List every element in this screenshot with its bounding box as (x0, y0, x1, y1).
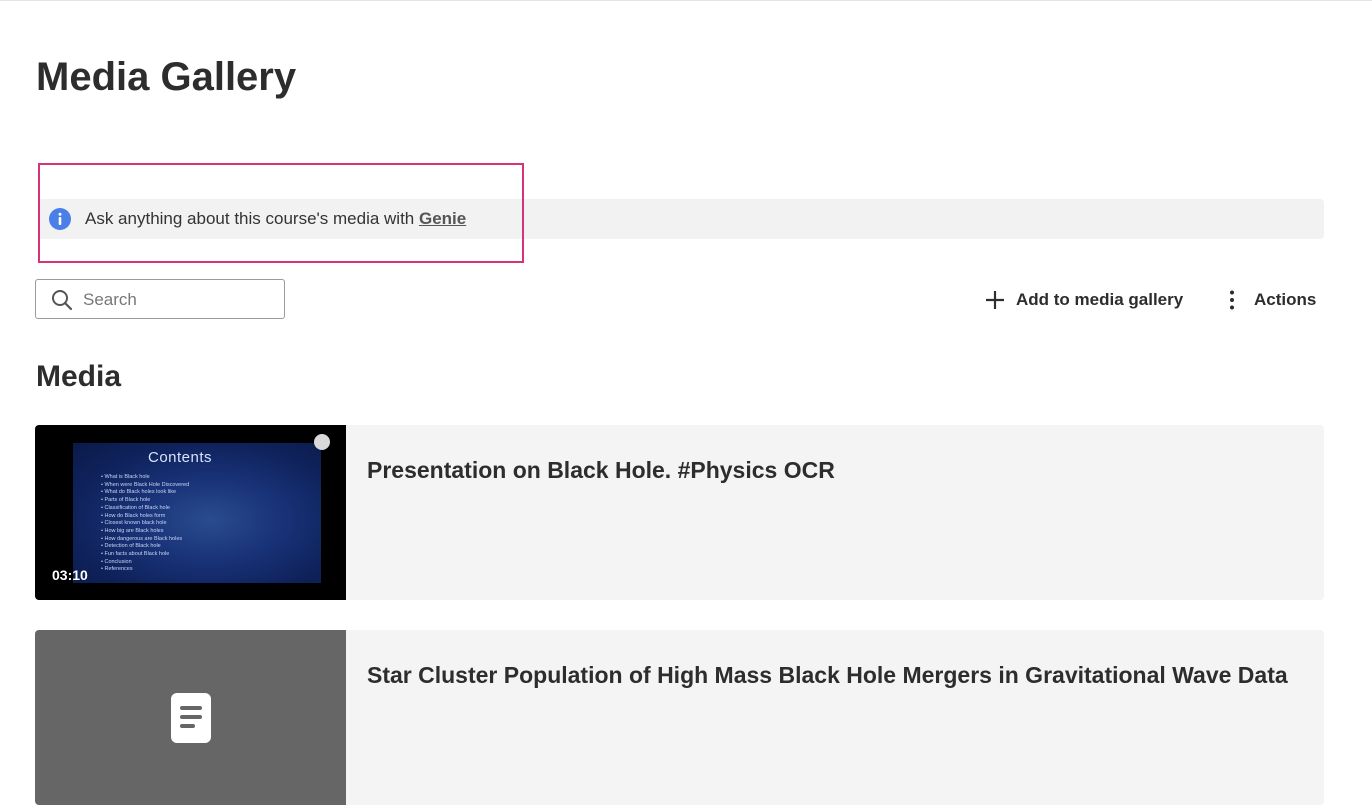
slide-list-item: What do Black holes look like (101, 489, 189, 497)
channel-logo-icon (314, 434, 330, 450)
more-vertical-icon (1230, 290, 1234, 310)
slide-list-item: Closest known black hole (101, 520, 189, 528)
search-field[interactable] (35, 279, 285, 319)
genie-link[interactable]: Genie (419, 209, 466, 228)
slide-heading: Contents (148, 449, 213, 466)
slide-list-item: What is Black hole (101, 474, 189, 482)
actions-label: Actions (1254, 290, 1317, 309)
media-card[interactable]: Star Cluster Population of High Mass Bla… (35, 630, 1324, 805)
slide-list-item: How dangerous are Black holes (101, 536, 189, 544)
slide-list-item: References (101, 566, 189, 574)
slide-list-item: How big are Black holes (101, 528, 189, 536)
banner-message: Ask anything about this course's media w… (85, 208, 466, 230)
actions-button[interactable]: Actions (1222, 286, 1316, 314)
section-title: Media (36, 360, 122, 393)
media-card[interactable]: Contents What is Black hole When were Bl… (35, 425, 1324, 600)
slide-list-item: Conclusion (101, 559, 189, 567)
video-thumbnail[interactable]: Contents What is Black hole When were Bl… (35, 425, 346, 600)
add-to-media-gallery-label: Add to media gallery (1016, 290, 1184, 309)
document-icon (171, 693, 211, 743)
search-icon (52, 290, 73, 311)
slide-contents-list: What is Black hole When were Black Hole … (101, 474, 189, 574)
plus-icon (986, 291, 1004, 309)
info-icon (49, 208, 71, 230)
banner-text: Ask anything about this course's media w… (85, 209, 419, 228)
slide-list-item: Classification of Black hole (101, 505, 189, 513)
document-thumbnail[interactable] (35, 630, 346, 805)
video-duration: 03:10 (52, 567, 88, 583)
slide-list-item: When were Black Hole Discovered (101, 482, 189, 490)
slide-list-item: How do Black holes form (101, 513, 189, 521)
slide-list-item: Parts of Black hole (101, 497, 189, 505)
media-title[interactable]: Star Cluster Population of High Mass Bla… (367, 660, 1307, 690)
search-input[interactable] (81, 286, 275, 314)
slide-list-item: Fun facts about Black hole (101, 551, 189, 559)
top-divider (0, 0, 1372, 1)
add-to-media-gallery-button[interactable]: Add to media gallery (984, 286, 1183, 314)
media-title[interactable]: Presentation on Black Hole. #Physics OCR (367, 455, 1307, 485)
slide-list-item: Detection of Black hole (101, 543, 189, 551)
page-title: Media Gallery (36, 55, 297, 99)
